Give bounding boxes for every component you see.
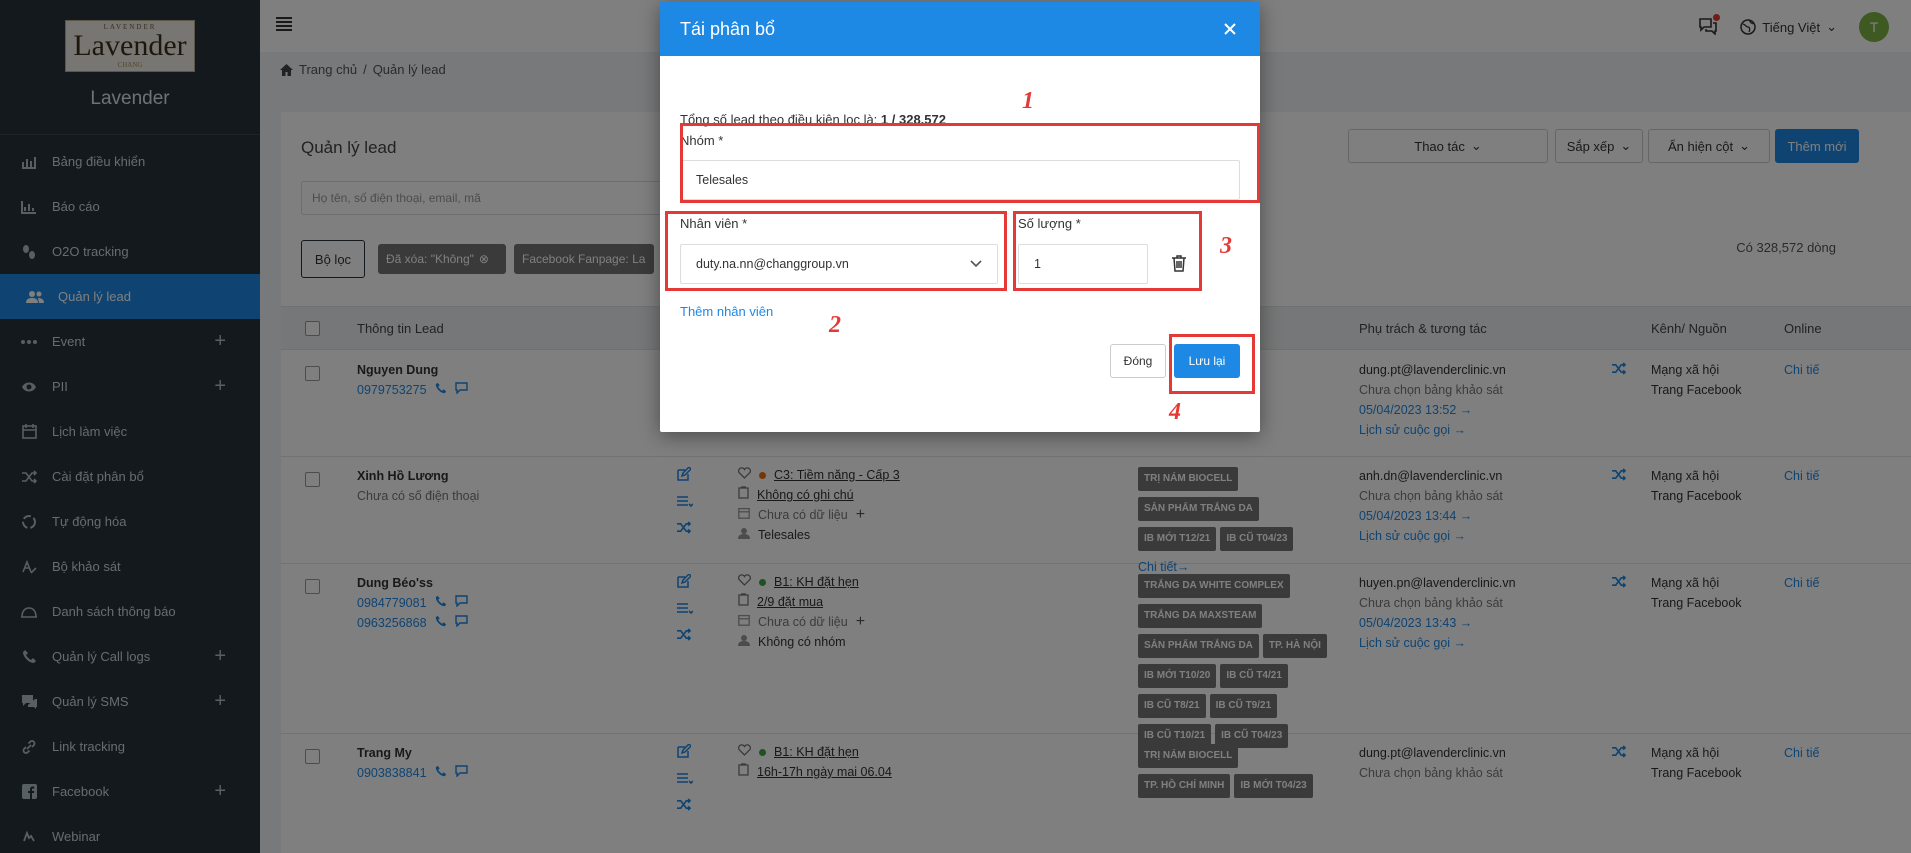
quantity-input[interactable]: 1 — [1018, 244, 1148, 284]
staff-label: Nhân viên * — [680, 216, 748, 231]
modal-title: Tái phân bổ — [680, 18, 776, 39]
add-staff-link[interactable]: Thêm nhân viên — [680, 304, 773, 319]
annotation-number-2: 2 — [829, 312, 841, 338]
close-icon[interactable] — [1220, 19, 1240, 39]
group-field[interactable]: Telesales — [680, 160, 1240, 200]
lead-total-value: 1 / 328.572 — [880, 112, 946, 127]
save-button[interactable]: Lưu lại — [1174, 344, 1240, 378]
chevron-down-icon — [970, 260, 982, 268]
staff-value: duty.na.nn@changgroup.vn — [696, 257, 849, 271]
reassign-modal: Tái phân bổ Tổng số lead theo điều kiện … — [660, 2, 1260, 432]
lead-total: Tổng số lead theo điều kiện lọc là: 1 / … — [680, 112, 946, 127]
annotation-number-3: 3 — [1220, 233, 1232, 259]
staff-select[interactable]: duty.na.nn@changgroup.vn — [680, 244, 998, 284]
annotation-number-1: 1 — [1022, 88, 1034, 114]
quantity-label: Số lượng * — [1018, 216, 1081, 231]
close-button[interactable]: Đóng — [1110, 344, 1166, 378]
trash-icon[interactable] — [1171, 254, 1187, 275]
modal-header: Tái phân bổ — [660, 2, 1260, 56]
lead-total-label: Tổng số lead theo điều kiện lọc là: — [680, 112, 881, 127]
annotation-number-4: 4 — [1169, 399, 1181, 425]
group-label: Nhóm * — [680, 133, 724, 148]
